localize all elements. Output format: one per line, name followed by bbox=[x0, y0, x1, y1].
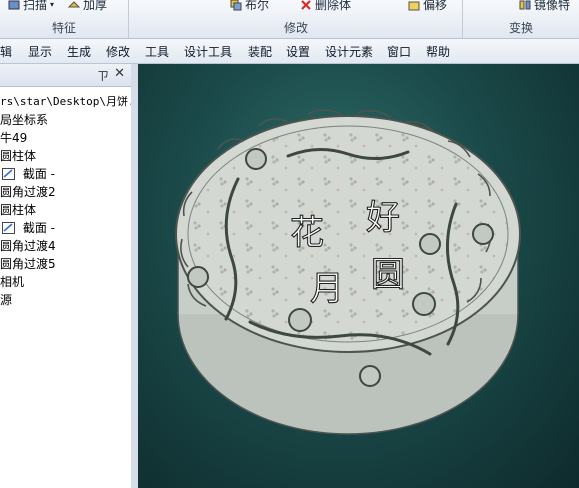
design-tree: rs\star\Desktop\月饼.i 局坐标系 牛49 圆柱体 截面 - 圆… bbox=[0, 93, 131, 309]
boolean-icon bbox=[230, 0, 242, 10]
pin-icon[interactable]: ㄗ bbox=[97, 67, 109, 84]
character-hua: 花 bbox=[290, 213, 324, 253]
mirror-label: 镜像特 bbox=[534, 0, 571, 12]
sweep-icon bbox=[8, 0, 20, 9]
menu-modify[interactable]: 修改 bbox=[106, 43, 130, 60]
menu-assembly[interactable]: 装配 bbox=[248, 43, 272, 60]
thicken-label: 加厚 bbox=[83, 0, 108, 12]
tree-item[interactable]: 截面 - bbox=[0, 219, 131, 237]
3d-viewport[interactable]: 花 好 月 圆 bbox=[138, 64, 579, 488]
tree-item[interactable]: 源 bbox=[0, 291, 131, 309]
menu-edit[interactable]: 编辑 bbox=[0, 43, 12, 60]
ribbon-group-feature: 扫描 ▾ 加厚 特征 bbox=[0, 0, 129, 38]
boolean-button[interactable]: 布尔 bbox=[230, 0, 269, 13]
offset-label: 偏移 bbox=[423, 0, 448, 12]
panel-header: ㄗ ✕ bbox=[0, 64, 131, 87]
menu-view[interactable]: 显示 bbox=[28, 43, 52, 60]
menu-window[interactable]: 窗口 bbox=[387, 43, 411, 60]
tree-item-file-path[interactable]: rs\star\Desktop\月饼.i bbox=[0, 93, 131, 111]
ribbon-group-label: 特征 bbox=[51, 21, 76, 35]
menu-help[interactable]: 帮助 bbox=[426, 43, 450, 60]
tree-item[interactable]: 截面 - bbox=[0, 165, 131, 183]
sketch-icon bbox=[2, 168, 15, 180]
menu-tools[interactable]: 工具 bbox=[145, 43, 169, 60]
ribbon-group-transform: 镜像特 变换 bbox=[463, 0, 579, 38]
splitter[interactable] bbox=[131, 64, 138, 488]
thicken-button[interactable]: 加厚 bbox=[68, 0, 107, 13]
delete-body-label: 删除体 bbox=[315, 0, 352, 12]
tree-item[interactable]: 圆角过渡5 bbox=[0, 255, 131, 273]
sweep-label: 扫描 bbox=[23, 0, 48, 12]
delete-body-button[interactable]: 删除体 bbox=[300, 0, 351, 13]
menu-settings[interactable]: 设置 bbox=[286, 43, 310, 60]
tree-item-label: 截面 - bbox=[22, 221, 55, 235]
menu-generate[interactable]: 生成 bbox=[67, 43, 91, 60]
menu-design-elements[interactable]: 设计元素 bbox=[325, 43, 373, 60]
ribbon-group-modify: 布尔 删除体 偏移 修改 bbox=[130, 0, 463, 38]
ribbon-group-label: 变换 bbox=[508, 21, 533, 35]
ribbon-group-label: 修改 bbox=[283, 21, 308, 35]
character-yuan: 圆 bbox=[371, 255, 405, 295]
mooncake-model[interactable]: 花 好 月 圆 bbox=[138, 64, 579, 488]
tree-item[interactable]: 相机 bbox=[0, 273, 131, 291]
thicken-icon bbox=[68, 0, 80, 7]
tree-item[interactable]: 牛49 bbox=[0, 129, 131, 147]
mirror-icon bbox=[519, 0, 531, 9]
tree-item[interactable]: 圆柱体 bbox=[0, 147, 131, 165]
sweep-button[interactable]: 扫描 ▾ bbox=[8, 0, 54, 13]
menu-design-tools[interactable]: 设计工具 bbox=[184, 43, 232, 60]
close-icon[interactable]: ✕ bbox=[114, 66, 125, 81]
mirror-button[interactable]: 镜像特 bbox=[519, 0, 570, 13]
tree-item[interactable]: 圆柱体 bbox=[0, 201, 131, 219]
offset-button[interactable]: 偏移 bbox=[408, 0, 447, 13]
menu-bar: 编辑 显示 生成 修改 工具 设计工具 装配 设置 设计元素 窗口 帮助 bbox=[0, 39, 579, 64]
boolean-label: 布尔 bbox=[245, 0, 270, 12]
offset-icon bbox=[408, 1, 420, 10]
delete-body-icon bbox=[301, 0, 311, 10]
tree-item[interactable]: 圆角过渡4 bbox=[0, 237, 131, 255]
sketch-icon bbox=[2, 222, 15, 234]
tree-item[interactable]: 局坐标系 bbox=[0, 111, 131, 129]
ribbon: 扫描 ▾ 加厚 特征 布尔 删除体 偏移 修改 镜像特 变换 bbox=[0, 0, 579, 39]
design-tree-panel: ㄗ ✕ rs\star\Desktop\月饼.i 局坐标系 牛49 圆柱体 截面… bbox=[0, 64, 132, 488]
character-hao: 好 bbox=[366, 198, 400, 238]
tree-item[interactable]: 圆角过渡2 bbox=[0, 183, 131, 201]
tree-item-label: 截面 - bbox=[22, 167, 55, 181]
character-yue: 月 bbox=[310, 269, 344, 309]
dropdown-arrow-icon[interactable]: ▾ bbox=[50, 0, 54, 9]
